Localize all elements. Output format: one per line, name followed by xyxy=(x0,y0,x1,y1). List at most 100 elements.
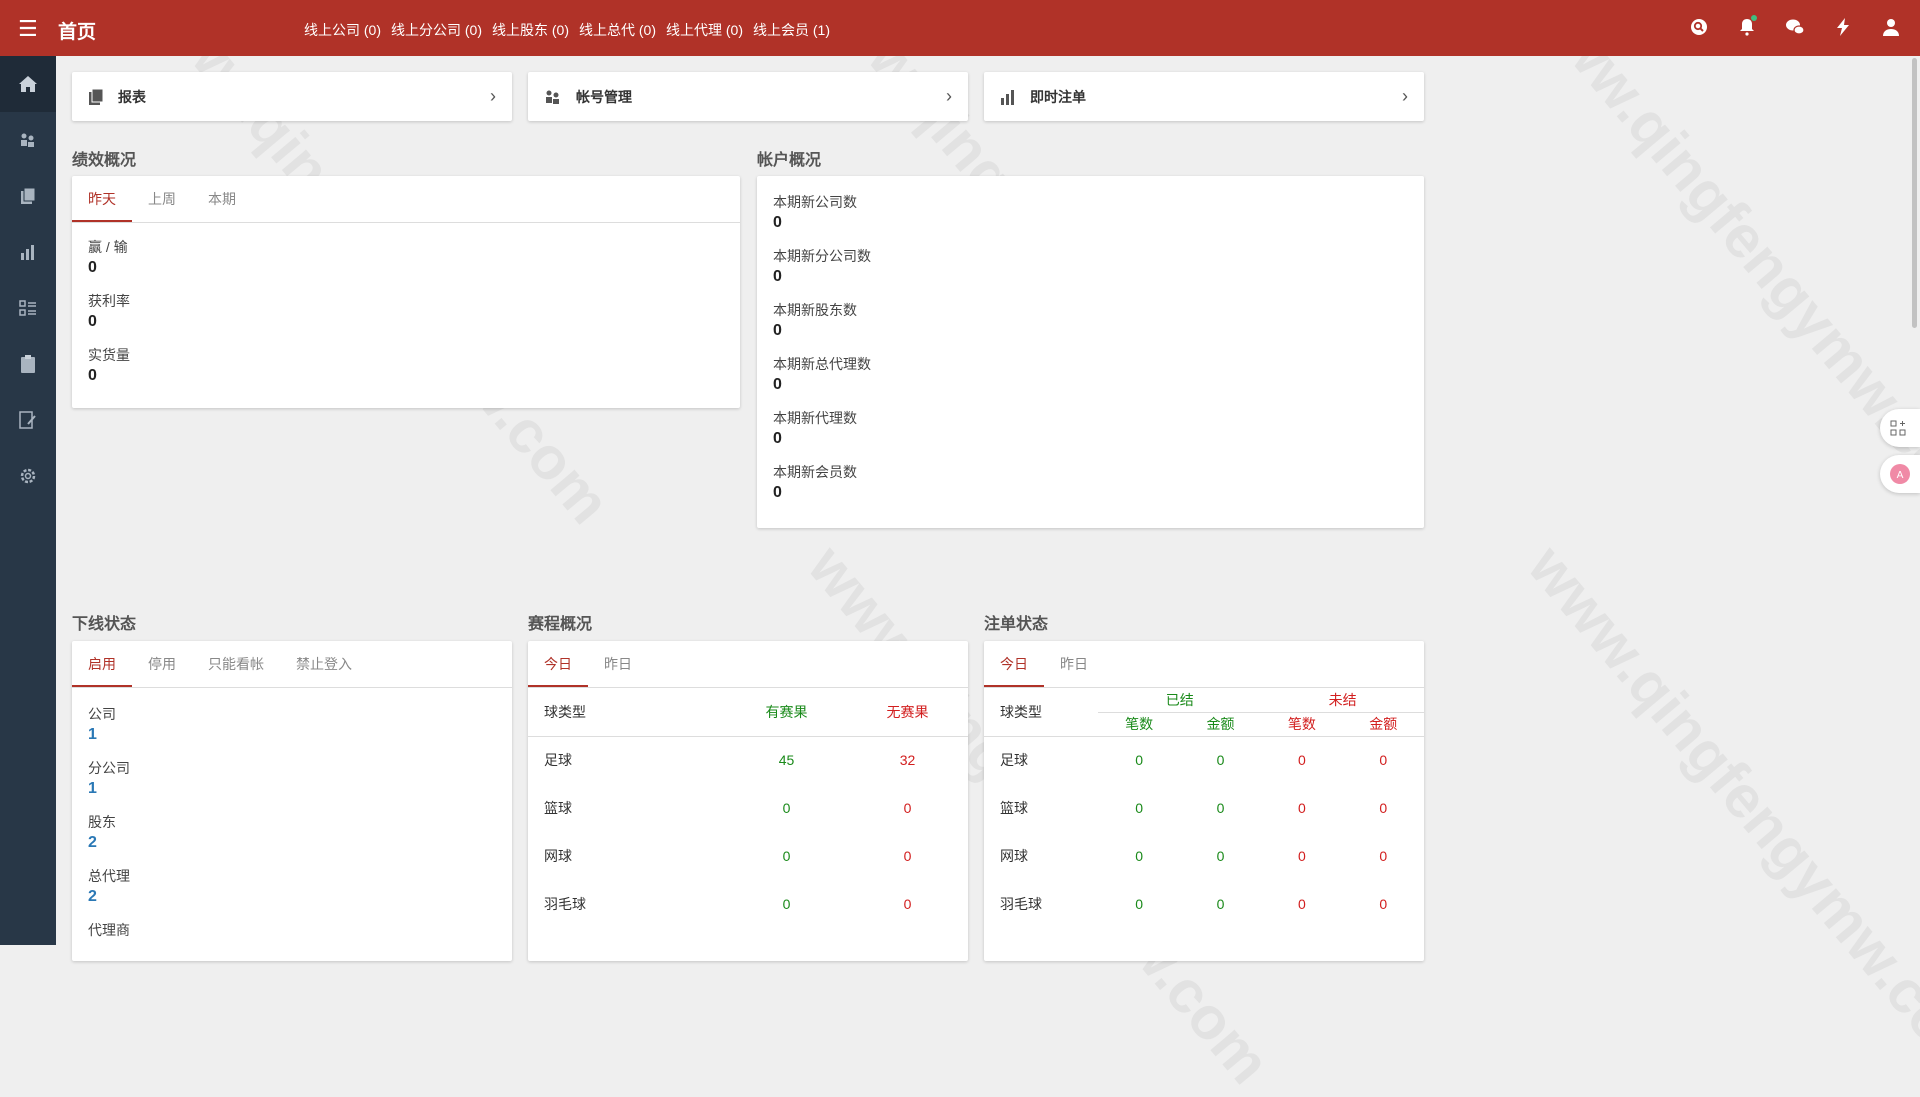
lightning-icon[interactable] xyxy=(1832,16,1854,38)
sidebar-item-edit[interactable] xyxy=(0,392,56,448)
stat-item: 本期新会员数 0 xyxy=(757,462,1424,502)
scrollbar[interactable] xyxy=(1912,58,1917,328)
table-row: 篮球 0 0 xyxy=(528,784,968,832)
stat-label: 赢 / 输 xyxy=(88,239,128,255)
stat-item: 本期新公司数 0 xyxy=(757,192,1424,232)
report-icon xyxy=(89,88,104,105)
chat-icon[interactable] xyxy=(1784,16,1806,38)
online-stat[interactable]: 线上公司 (0) xyxy=(304,20,381,40)
apps-float-button[interactable] xyxy=(1880,409,1920,447)
users-icon xyxy=(21,133,34,147)
search-icon[interactable] xyxy=(1688,16,1710,38)
stat-value: 2 xyxy=(88,888,97,905)
column-header: 有赛果 xyxy=(765,703,808,720)
sidebar-item-settings[interactable] xyxy=(0,448,56,504)
column-header: 笔数 xyxy=(1125,716,1154,732)
value-cell: 0 xyxy=(1379,848,1388,864)
section-title-schedule: 赛程概况 xyxy=(528,616,593,633)
value-cell: 0 xyxy=(1135,752,1143,769)
edit-icon xyxy=(19,411,36,429)
tab[interactable]: 启用 xyxy=(72,641,132,687)
table-row: 足球 45 32 xyxy=(528,736,968,784)
sidebar-item-stats[interactable] xyxy=(0,224,56,280)
sidebar-item-clipboard[interactable] xyxy=(0,336,56,392)
stat-item: 代理商 xyxy=(72,920,512,940)
sidebar-item-list[interactable] xyxy=(0,280,56,336)
online-stat[interactable]: 线上代理 (0) xyxy=(666,20,743,40)
stat-item: 赢 / 输 0 xyxy=(72,237,740,277)
stat-value: 0 xyxy=(773,484,782,501)
tab[interactable]: 今日 xyxy=(528,641,588,687)
sport-cell: 足球 xyxy=(544,752,572,769)
stat-item: 实货量 0 xyxy=(72,345,740,385)
value-cell: 0 xyxy=(1135,800,1143,816)
table-row: 羽毛球 0 0 xyxy=(528,880,968,928)
nav-card-accounts[interactable]: 帐号管理 › xyxy=(528,72,968,121)
menu-icon[interactable]: ☰ xyxy=(18,16,38,42)
stat-label: 本期新股东数 xyxy=(773,302,857,318)
stat-item: 本期新股东数 0 xyxy=(757,300,1424,340)
tab[interactable]: 上周 xyxy=(132,176,192,222)
apps-icon xyxy=(1890,420,1906,436)
tab[interactable]: 昨日 xyxy=(1044,641,1104,687)
sidebar-item-accounts[interactable] xyxy=(0,112,56,168)
value-cell: 0 xyxy=(1216,800,1225,816)
tab[interactable]: 停用 xyxy=(132,641,192,687)
sport-cell: 足球 xyxy=(1000,752,1028,769)
stat-value: 0 xyxy=(88,367,97,384)
chevron-right-icon: › xyxy=(490,86,496,106)
nav-card-reports[interactable]: 报表 › xyxy=(72,72,512,121)
stat-label: 公司 xyxy=(88,706,116,722)
chevron-right-icon: › xyxy=(946,86,952,106)
bets-card: 今日 昨日 球类型 已结 未结 笔数 金额 笔数 金额 足球 0 0 0 0 篮球 0 0 0 0 网球 0… xyxy=(984,641,1424,961)
tab[interactable]: 本期 xyxy=(192,176,252,222)
stat-item: 总代理 2 xyxy=(72,866,512,906)
tab[interactable]: 禁止登入 xyxy=(280,641,368,687)
stat-value: 0 xyxy=(773,322,782,339)
sidebar-item-home[interactable] xyxy=(0,56,56,112)
table-row: 足球 0 0 0 0 xyxy=(984,736,1424,784)
with-result-cell: 0 xyxy=(782,800,791,816)
users-icon xyxy=(546,90,559,104)
column-header: 无赛果 xyxy=(886,703,929,720)
value-cell: 0 xyxy=(1297,752,1306,769)
nav-card-label: 报表 xyxy=(118,88,146,105)
online-stat[interactable]: 线上会员 (1) xyxy=(753,20,830,40)
table-row: 网球 0 0 xyxy=(528,832,968,880)
online-stat[interactable]: 线上分公司 (0) xyxy=(391,20,482,40)
stat-label: 本期新公司数 xyxy=(773,194,857,210)
column-header: 金额 xyxy=(1369,716,1398,732)
column-header: 笔数 xyxy=(1287,716,1316,732)
with-result-cell: 0 xyxy=(782,848,791,864)
section-title-bets: 注单状态 xyxy=(984,616,1049,633)
translate-float-button[interactable]: A xyxy=(1880,455,1920,493)
stat-value: 0 xyxy=(88,313,97,330)
tab[interactable]: 只能看帐 xyxy=(192,641,280,687)
notification-dot xyxy=(1751,15,1757,21)
online-stat[interactable]: 线上股东 (0) xyxy=(492,20,569,40)
clipboard-icon xyxy=(21,355,35,373)
column-header: 球类型 xyxy=(544,703,586,720)
stat-value: 2 xyxy=(88,834,97,851)
column-header: 球类型 xyxy=(984,688,1099,737)
value-cell: 0 xyxy=(1379,896,1388,912)
user-icon[interactable] xyxy=(1880,16,1902,38)
stat-value: 0 xyxy=(773,214,782,231)
tab[interactable]: 昨天 xyxy=(72,176,132,222)
bar-chart-icon xyxy=(1001,89,1014,105)
no-result-cell: 0 xyxy=(903,848,912,864)
performance-card: 昨天 上周 本期赢 / 输 0 获利率 0 实货量 0 xyxy=(72,176,740,408)
bell-icon[interactable] xyxy=(1736,15,1758,38)
chevron-right-icon: › xyxy=(1402,86,1408,106)
online-stat[interactable]: 线上总代 (0) xyxy=(579,20,656,40)
stat-item: 股东 2 xyxy=(72,812,512,852)
stat-item: 分公司 1 xyxy=(72,758,512,798)
account-card: 本期新公司数 0 本期新分公司数 0 本期新股东数 0 本期新总代理数 0 本期新代理数 0 本期新… xyxy=(757,176,1424,528)
report-icon xyxy=(21,188,36,204)
stat-item: 获利率 0 xyxy=(72,291,740,331)
tab[interactable]: 今日 xyxy=(984,641,1044,687)
sidebar-item-reports[interactable] xyxy=(0,168,56,224)
tab[interactable]: 昨日 xyxy=(588,641,648,687)
nav-card-live-bets[interactable]: 即时注单 › xyxy=(984,72,1424,121)
stat-item: 本期新分公司数 0 xyxy=(757,246,1424,286)
